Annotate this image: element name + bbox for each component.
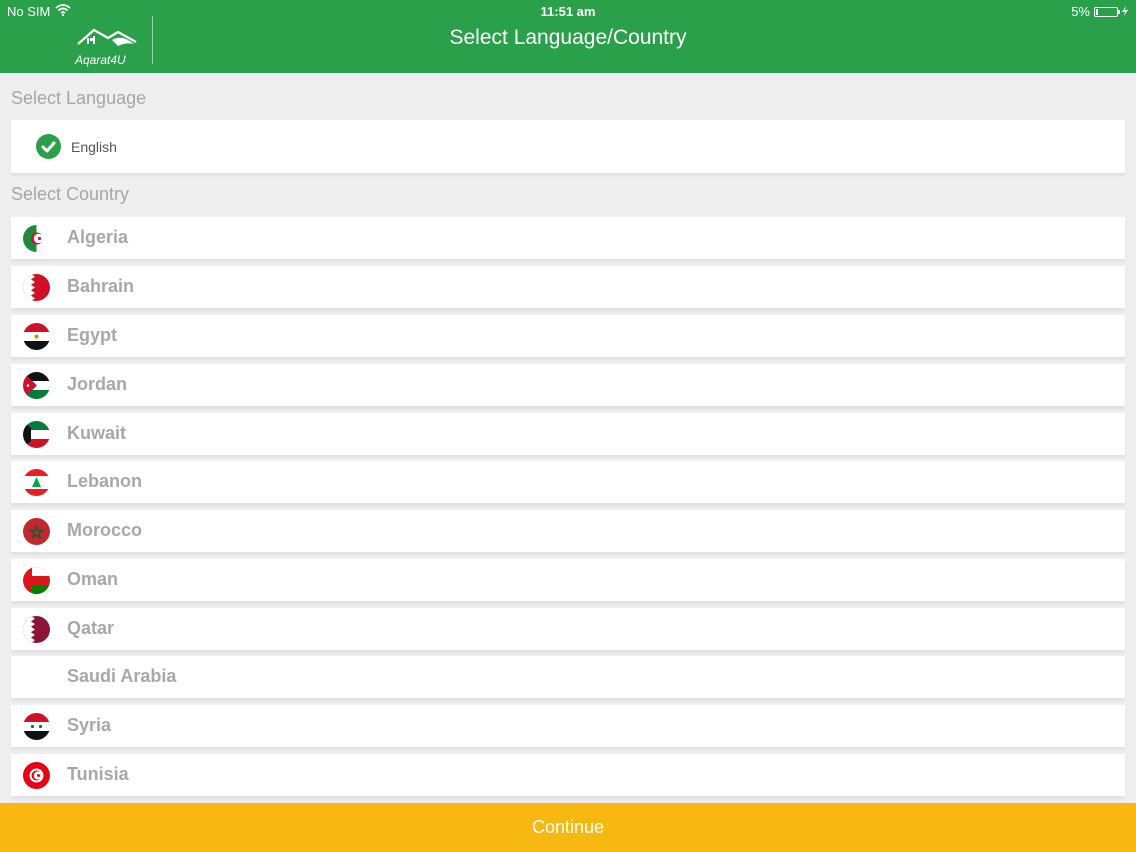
- country-name: Syria: [67, 715, 112, 735]
- syria-flag-icon: [23, 713, 50, 740]
- select-country-heading: Select Country: [11, 184, 130, 204]
- country-row-bahrain[interactable]: Bahrain: [11, 266, 1125, 308]
- language-label: English: [71, 139, 117, 155]
- country-row-qatar[interactable]: Qatar: [11, 608, 1125, 650]
- country-row-saudi-arabia[interactable]: Saudi Arabia: [11, 656, 1125, 698]
- country-row-oman[interactable]: Oman: [11, 559, 1125, 601]
- country-row-egypt[interactable]: Egypt: [11, 315, 1125, 357]
- battery-icon: [1094, 6, 1120, 17]
- charging-icon: [1122, 4, 1128, 19]
- continue-button[interactable]: Continue: [0, 803, 1136, 852]
- country-name: Oman: [67, 569, 119, 589]
- oman-flag-icon: [23, 567, 50, 594]
- country-name: Morocco: [67, 520, 143, 540]
- logo-text: Aqarat4U: [74, 53, 126, 67]
- status-bar: No SIM 11:51 am 5%: [0, 0, 1136, 22]
- qatar-flag-icon: [23, 616, 50, 643]
- country-row-jordan[interactable]: Jordan: [11, 364, 1125, 406]
- jordan-flag-icon: [23, 372, 50, 399]
- page-title: Select Language/Country: [449, 26, 687, 49]
- checkmark-icon: [36, 134, 61, 159]
- country-row-syria[interactable]: Syria: [11, 705, 1125, 747]
- country-name: Kuwait: [67, 423, 127, 443]
- kuwait-flag-icon: [23, 421, 50, 448]
- morocco-flag-icon: [23, 518, 50, 545]
- country-row-algeria[interactable]: Algeria: [11, 217, 1125, 259]
- status-time: 11:51 am: [540, 4, 596, 19]
- country-name: Bahrain: [67, 276, 135, 296]
- country-row-kuwait[interactable]: Kuwait: [11, 413, 1125, 455]
- battery-percent: 5%: [1071, 4, 1090, 19]
- country-row-tunisia[interactable]: Tunisia: [11, 754, 1125, 796]
- tunisia-flag-icon: [23, 762, 50, 789]
- country-name: Saudi Arabia: [67, 666, 177, 686]
- country-row-morocco[interactable]: Morocco: [11, 510, 1125, 552]
- country-name: Tunisia: [67, 764, 129, 784]
- country-name: Jordan: [67, 374, 128, 394]
- language-option-english[interactable]: English: [11, 120, 1125, 173]
- country-name: Algeria: [67, 227, 129, 247]
- egypt-flag-icon: [23, 323, 50, 350]
- lebanon-flag-icon: [23, 469, 50, 496]
- country-name: Lebanon: [67, 471, 142, 491]
- algeria-flag-icon: [23, 225, 50, 252]
- app-header: No SIM 11:51 am 5% Aqarat4U Select Langu…: [0, 0, 1136, 73]
- status-right: 5%: [1071, 4, 1128, 19]
- bahrain-flag-icon: [23, 274, 50, 301]
- country-name: Qatar: [67, 618, 115, 638]
- country-name: Egypt: [67, 325, 118, 345]
- country-row-lebanon[interactable]: Lebanon: [11, 461, 1125, 503]
- select-language-heading: Select Language: [11, 88, 147, 108]
